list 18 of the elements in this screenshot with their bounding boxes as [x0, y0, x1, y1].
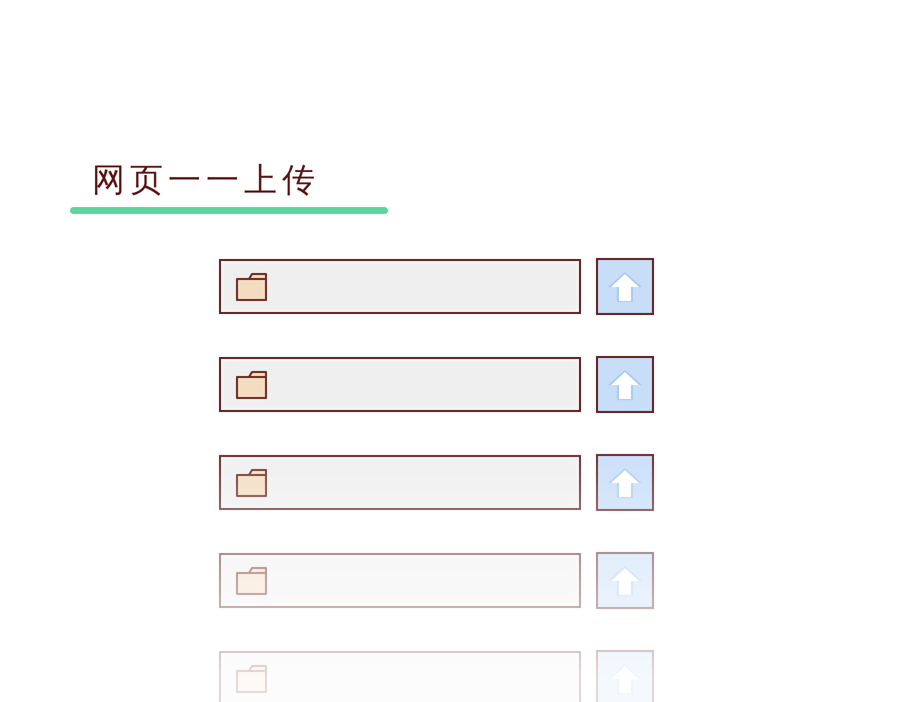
up-arrow-icon	[607, 368, 643, 400]
up-arrow-icon	[607, 466, 643, 498]
page-title: 网页一一上传	[92, 159, 320, 201]
file-field[interactable]	[219, 553, 581, 608]
folder-icon	[235, 664, 269, 694]
upload-button[interactable]	[596, 356, 654, 413]
up-arrow-icon	[607, 270, 643, 302]
folder-icon	[235, 566, 269, 596]
up-arrow-icon	[607, 564, 643, 596]
file-field[interactable]	[219, 259, 581, 314]
upload-button[interactable]	[596, 454, 654, 511]
folder-icon	[235, 370, 269, 400]
file-field[interactable]	[219, 357, 581, 412]
folder-icon	[235, 272, 269, 302]
upload-button[interactable]	[596, 258, 654, 315]
file-field[interactable]	[219, 651, 581, 702]
file-field[interactable]	[219, 455, 581, 510]
folder-icon	[235, 468, 269, 498]
